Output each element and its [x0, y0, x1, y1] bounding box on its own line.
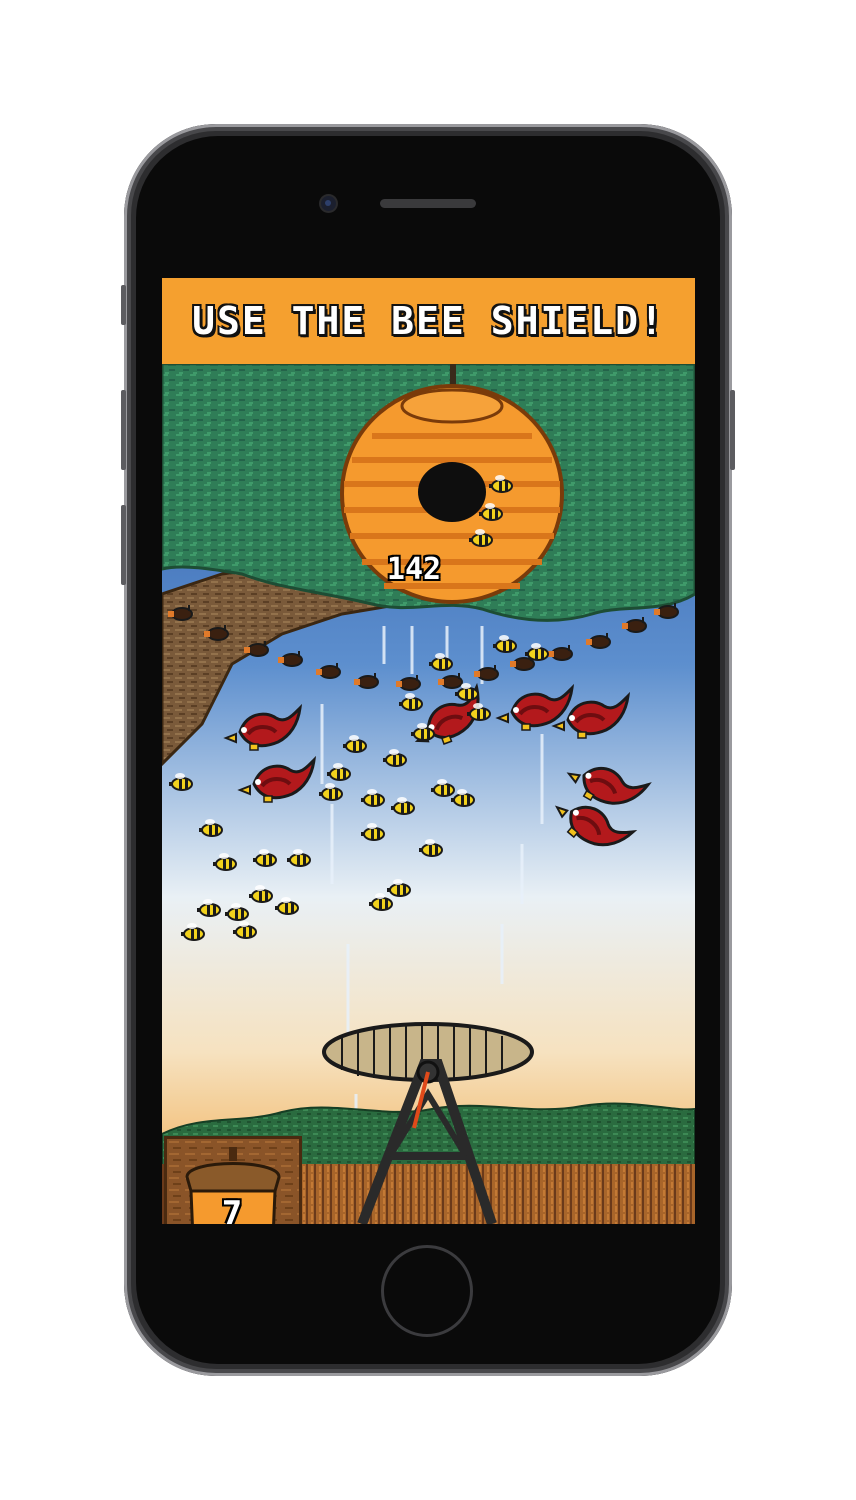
- mute-switch: [121, 285, 126, 325]
- hive-counter: 142: [386, 552, 442, 587]
- game-screen[interactable]: USE THE BEE SHIELD! 142 7: [162, 278, 695, 1224]
- power-button: [730, 390, 735, 470]
- front-camera-icon: [321, 196, 336, 211]
- earpiece-speaker: [380, 199, 476, 208]
- game-scene[interactable]: 142 7 × 4: [162, 362, 695, 1224]
- volume-up-button: [121, 390, 126, 470]
- volume-down-button: [121, 505, 126, 585]
- hint-banner: USE THE BEE SHIELD!: [162, 278, 695, 364]
- home-button[interactable]: [381, 1245, 473, 1337]
- hint-text: USE THE BEE SHIELD!: [192, 299, 665, 343]
- scene-art: [162, 362, 695, 1224]
- acorn-counter: 7: [221, 1194, 243, 1224]
